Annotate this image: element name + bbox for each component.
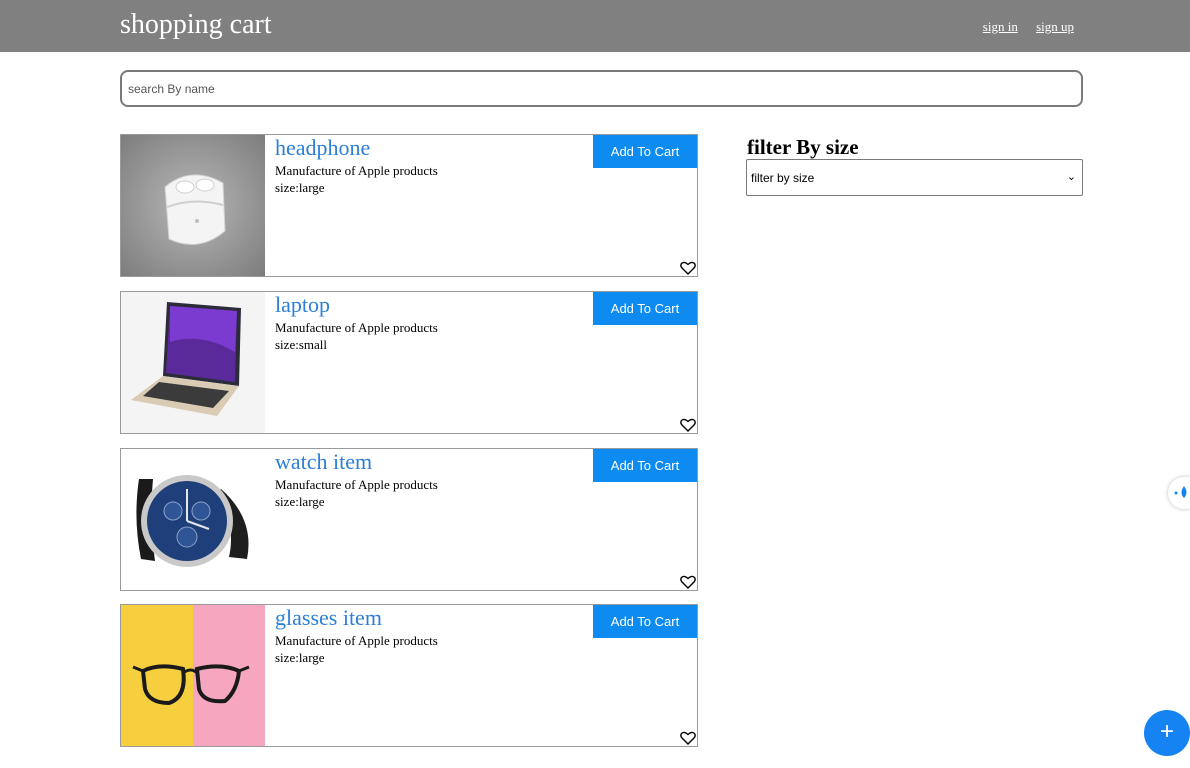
chevron-down-icon: ⌄ <box>1066 171 1076 183</box>
filter-heading: filter By size <box>747 135 859 159</box>
product-size: size:large <box>275 494 325 509</box>
add-fab-button[interactable]: + <box>1144 710 1190 756</box>
airpods-image <box>121 135 265 276</box>
heart-icon[interactable] <box>680 261 696 275</box>
product-card: headphone Manufacture of Apple products … <box>120 134 698 277</box>
product-description: Manufacture of Apple products <box>275 633 438 648</box>
add-to-cart-button[interactable]: Add To Cart <box>593 292 697 325</box>
product-card: glasses item Manufacture of Apple produc… <box>120 604 698 747</box>
site-title: shopping cart <box>120 9 272 40</box>
glasses-image <box>121 605 265 746</box>
add-to-cart-button[interactable]: Add To Cart <box>593 135 697 168</box>
add-to-cart-button[interactable]: Add To Cart <box>593 605 697 638</box>
top-bar: shopping cart sign in sign up <box>0 0 1190 52</box>
add-to-cart-button[interactable]: Add To Cart <box>593 449 697 482</box>
product-size: size:large <box>275 650 325 665</box>
product-card: watch item Manufacture of Apple products… <box>120 448 698 591</box>
sign-in-link[interactable]: sign in <box>983 19 1018 34</box>
product-title[interactable]: laptop <box>275 292 330 318</box>
size-filter-select[interactable]: filter by size ⌄ <box>746 159 1083 196</box>
product-title[interactable]: watch item <box>275 449 372 475</box>
product-card: laptop Manufacture of Apple products siz… <box>120 291 698 434</box>
select-value: filter by size <box>751 171 815 185</box>
auth-links: sign in sign up <box>968 19 1074 35</box>
heart-icon[interactable] <box>680 575 696 589</box>
product-title[interactable]: glasses item <box>275 605 382 631</box>
heart-icon[interactable] <box>680 418 696 432</box>
product-size: size:large <box>275 180 325 195</box>
sign-up-link[interactable]: sign up <box>1036 19 1074 34</box>
product-description: Manufacture of Apple products <box>275 163 438 178</box>
droplet-widget-icon[interactable] <box>1168 477 1190 509</box>
laptop-image <box>121 292 265 433</box>
watch-image <box>121 449 265 590</box>
search-input[interactable] <box>120 70 1083 107</box>
product-description: Manufacture of Apple products <box>275 477 438 492</box>
product-description: Manufacture of Apple products <box>275 320 438 335</box>
product-title[interactable]: headphone <box>275 135 370 161</box>
product-size: size:small <box>275 337 327 352</box>
heart-icon[interactable] <box>680 731 696 745</box>
